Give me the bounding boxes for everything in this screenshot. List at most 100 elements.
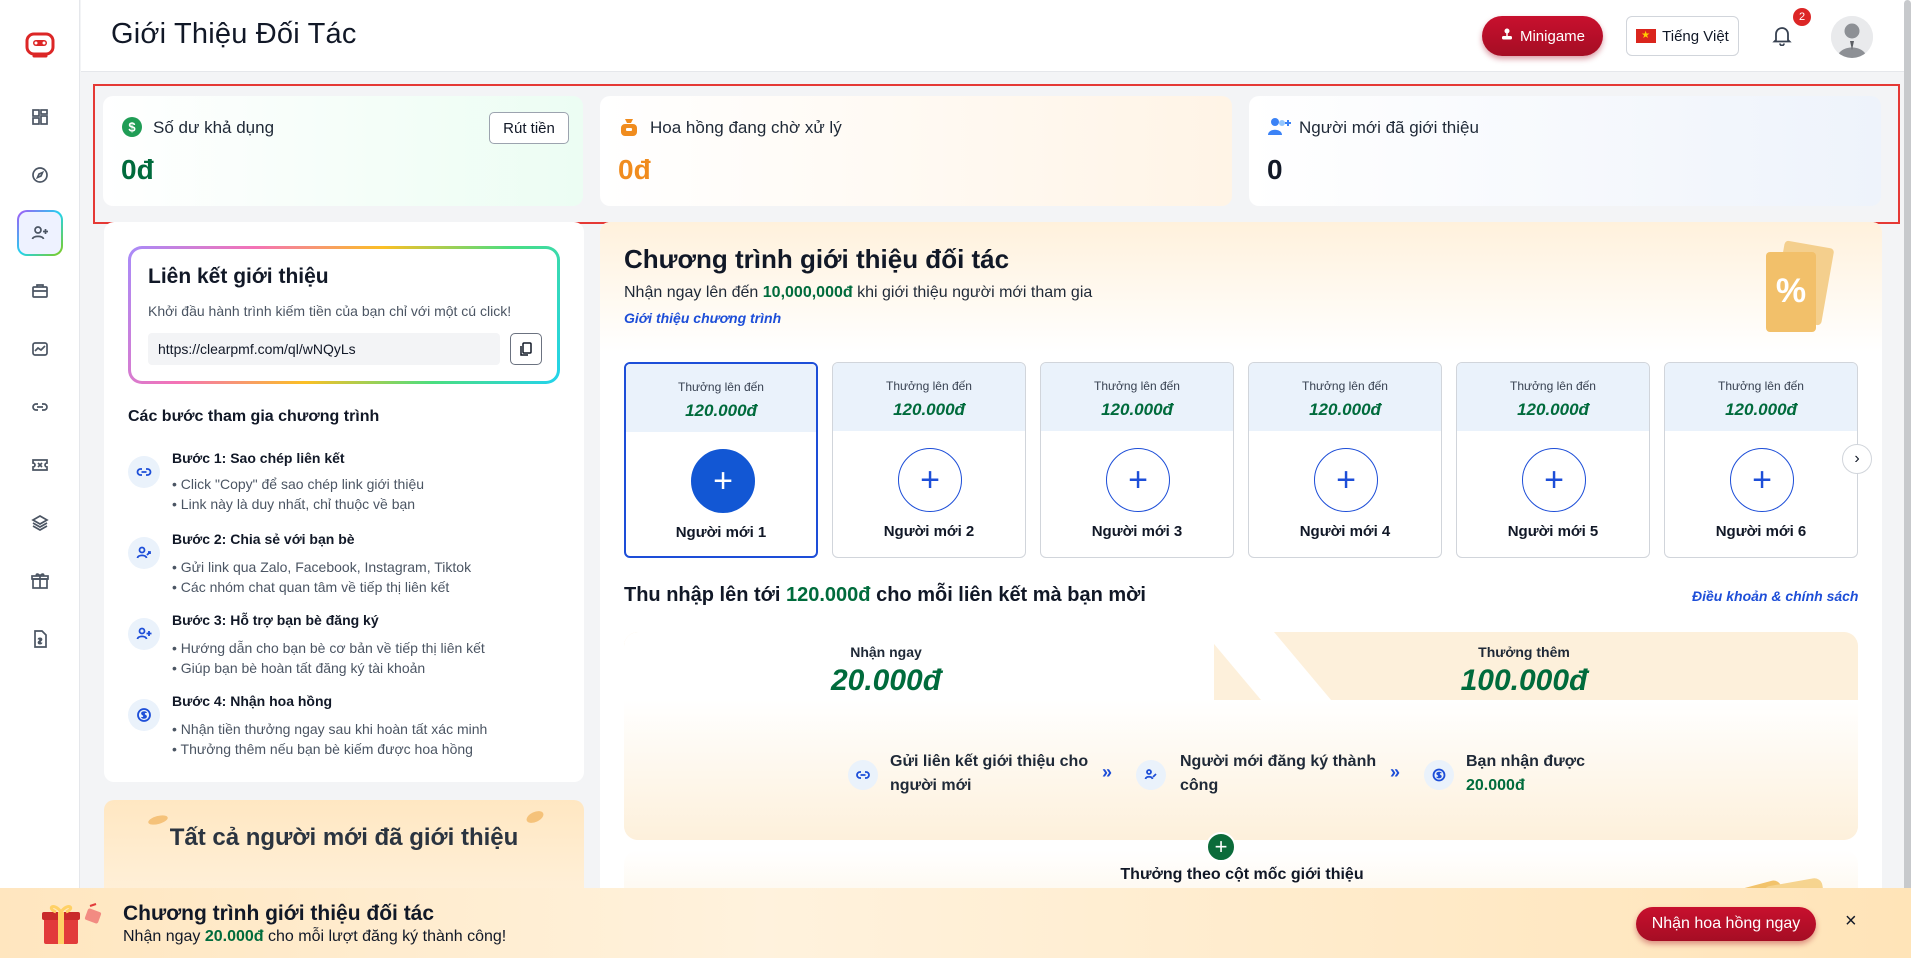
referral-slot-amount: 120.000đ <box>1725 400 1797 419</box>
discount-ticket-icon: % <box>1750 240 1840 340</box>
notification-bell-icon[interactable] <box>1771 24 1793 47</box>
top-header: Giới Thiệu Đối Tác Minigame Tiếng Việt 2 <box>81 0 1911 72</box>
pending-label: Hoa hồng đang chờ xử lý <box>650 118 842 137</box>
nav-link-icon[interactable] <box>20 387 60 427</box>
page-scrollbar[interactable] <box>1904 0 1911 900</box>
referral-slot-header: Thưởng lên đến 120.000đ <box>1457 363 1649 431</box>
referral-slot-caption: Thưởng lên đến <box>886 379 972 393</box>
steps-title: Các bước tham gia chương trình <box>128 408 380 425</box>
copy-icon <box>520 342 532 356</box>
referral-url-field[interactable]: https://clearpmf.com/ql/wNQyLs <box>148 333 500 365</box>
minigame-button[interactable]: Minigame <box>1482 16 1603 56</box>
add-referral-plus-icon[interactable]: + <box>1522 448 1586 512</box>
program-subtitle-prefix: Nhận ngay lên đến <box>624 284 759 301</box>
claim-commission-button[interactable]: Nhận hoa hồng ngay <box>1636 907 1816 941</box>
step-title: Bước 3: Hỗ trợ bạn bè đăng ký <box>172 612 379 628</box>
nav-dashboard-icon[interactable] <box>20 97 60 137</box>
nav-ticket-icon[interactable] <box>20 445 60 485</box>
user-share-icon <box>128 537 160 569</box>
referral-slot-name: Người mới 2 <box>883 523 975 540</box>
earnings-title-amount: 120.000đ <box>786 584 871 606</box>
expand-plus-icon[interactable]: + <box>1206 832 1236 862</box>
referred-users-card: Người mới đã giới thiệu 0 <box>1249 96 1881 206</box>
add-referral-plus-icon[interactable]: + <box>1314 448 1378 512</box>
program-subtitle-amount: 10,000,000đ <box>762 284 853 301</box>
double-chevron-right-icon: » <box>1390 762 1401 782</box>
withdraw-button[interactable]: Rút tiền <box>489 112 569 144</box>
referral-slot-amount: 120.000đ <box>1101 400 1173 419</box>
referral-slot-header: Thưởng lên đến 120.000đ <box>1665 363 1857 431</box>
banner-subtitle-suffix: cho mỗi lượt đăng ký thành công! <box>268 928 507 945</box>
referral-link-subtitle: Khởi đầu hành trình kiếm tiền của bạn ch… <box>148 303 512 319</box>
referral-slot-name: Người mới 5 <box>1507 523 1599 540</box>
gift-box-icon <box>40 900 106 948</box>
step-line: • Nhận tiền thưởng ngay sau khi hoàn tất… <box>172 721 488 737</box>
referral-slot-amount: 120.000đ <box>1309 400 1381 419</box>
step-line: • Giúp bạn bè hoàn tất đăng ký tài khoản <box>172 660 426 676</box>
add-referral-plus-icon[interactable]: + <box>1730 448 1794 512</box>
sidebar <box>0 0 80 958</box>
terms-policy-link[interactable]: Điều khoản & chính sách <box>1692 588 1858 604</box>
add-referral-plus-icon[interactable]: + <box>691 449 755 513</box>
referral-slot-card[interactable]: Thưởng lên đến 120.000đ + Người mới 4 <box>1248 362 1442 558</box>
user-plus-icon <box>128 618 160 650</box>
step-line: • Các nhóm chat quan tâm về tiếp thị liê… <box>172 579 450 595</box>
bonus-reward-amount: 100.000đ <box>1460 664 1588 697</box>
referral-slot-card[interactable]: Thưởng lên đến 120.000đ + Người mới 6 <box>1664 362 1858 558</box>
nav-document-icon[interactable] <box>20 619 60 659</box>
balance-value: 0đ <box>121 154 154 185</box>
milestone-title: Thưởng theo cột mốc giới thiệu <box>1120 866 1364 883</box>
copy-link-button[interactable] <box>510 333 542 365</box>
step-line: • Link này là duy nhất, chỉ thuộc về bạn <box>172 496 416 512</box>
step-title: Bước 4: Nhận hoa hồng <box>172 693 333 709</box>
svg-text:$: $ <box>128 120 136 135</box>
app-logo[interactable] <box>24 30 56 60</box>
referral-slot-name: Người mới 3 <box>1091 523 1183 540</box>
referral-slot-caption: Thưởng lên đến <box>1510 379 1596 393</box>
referral-slot-amount: 120.000đ <box>685 401 757 420</box>
close-icon[interactable]: × <box>1845 910 1857 933</box>
step-title: Bước 1: Sao chép liên kết <box>172 450 345 466</box>
referral-slot-card[interactable]: Thưởng lên đến 120.000đ + Người mới 5 <box>1456 362 1650 558</box>
program-subtitle-suffix: khi giới thiệu người mới tham gia <box>857 284 1093 301</box>
nav-layers-icon[interactable] <box>20 503 60 543</box>
nav-compass-icon[interactable] <box>20 155 60 195</box>
nav-referral-icon[interactable] <box>17 210 63 256</box>
double-chevron-right-icon: » <box>1102 762 1113 782</box>
user-avatar[interactable] <box>1831 16 1873 58</box>
earnings-title: Thu nhập lên tới 120.000đ cho mỗi liên k… <box>624 584 1146 607</box>
referral-slot-card[interactable]: Thưởng lên đến 120.000đ + Người mới 3 <box>1040 362 1234 558</box>
language-selector[interactable]: Tiếng Việt <box>1626 16 1739 56</box>
language-label: Tiếng Việt <box>1662 27 1729 45</box>
nav-briefcase-icon[interactable] <box>20 271 60 311</box>
nav-chart-icon[interactable] <box>20 329 60 369</box>
pending-commission-card: Hoa hồng đang chờ xử lý 0đ <box>600 96 1232 206</box>
promo-banner: Chương trình giới thiệu đối tác Nhận nga… <box>0 888 1911 958</box>
joystick-icon <box>1500 27 1514 45</box>
flow-step-line: công <box>1180 777 1219 794</box>
svg-text:%: % <box>1776 272 1806 310</box>
program-intro-link[interactable]: Giới thiệu chương trình <box>624 310 781 326</box>
page-title: Giới Thiệu Đối Tác <box>111 18 357 50</box>
step-title: Bước 2: Chia sẻ với bạn bè <box>172 531 355 547</box>
notification-badge: 2 <box>1793 8 1811 26</box>
carousel-next-chevron-icon[interactable]: › <box>1842 444 1872 474</box>
balance-label: Số dư khả dụng <box>153 118 275 137</box>
referral-slot-header: Thưởng lên đến 120.000đ <box>1041 363 1233 431</box>
link-icon <box>128 456 160 488</box>
referral-slot-card[interactable]: Thưởng lên đến 120.000đ + Người mới 2 <box>832 362 1026 558</box>
flow-step-line: 20.000đ <box>1466 777 1525 794</box>
flow-step-line: Gửi liên kết giới thiệu cho <box>890 753 1089 770</box>
referrals-label: Người mới đã giới thiệu <box>1299 118 1479 137</box>
nav-gift-icon[interactable] <box>20 561 60 601</box>
add-referral-plus-icon[interactable]: + <box>898 448 962 512</box>
referral-slot-header: Thưởng lên đến 120.000đ <box>626 364 816 432</box>
referral-info-panel: Liên kết giới thiệu Khởi đầu hành trình … <box>104 222 584 782</box>
referral-slot-card[interactable]: Thưởng lên đến 120.000đ + Người mới 1 <box>624 362 818 558</box>
add-referral-plus-icon[interactable]: + <box>1106 448 1170 512</box>
flow-step-text: Gửi liên kết giới thiệu cho người mới <box>890 750 1088 798</box>
user-share-icon <box>1136 760 1166 790</box>
vietnam-flag-icon <box>1636 29 1657 43</box>
banner-subtitle-prefix: Nhận ngay <box>123 928 201 945</box>
instant-reward-label: Nhận ngay <box>850 644 922 660</box>
